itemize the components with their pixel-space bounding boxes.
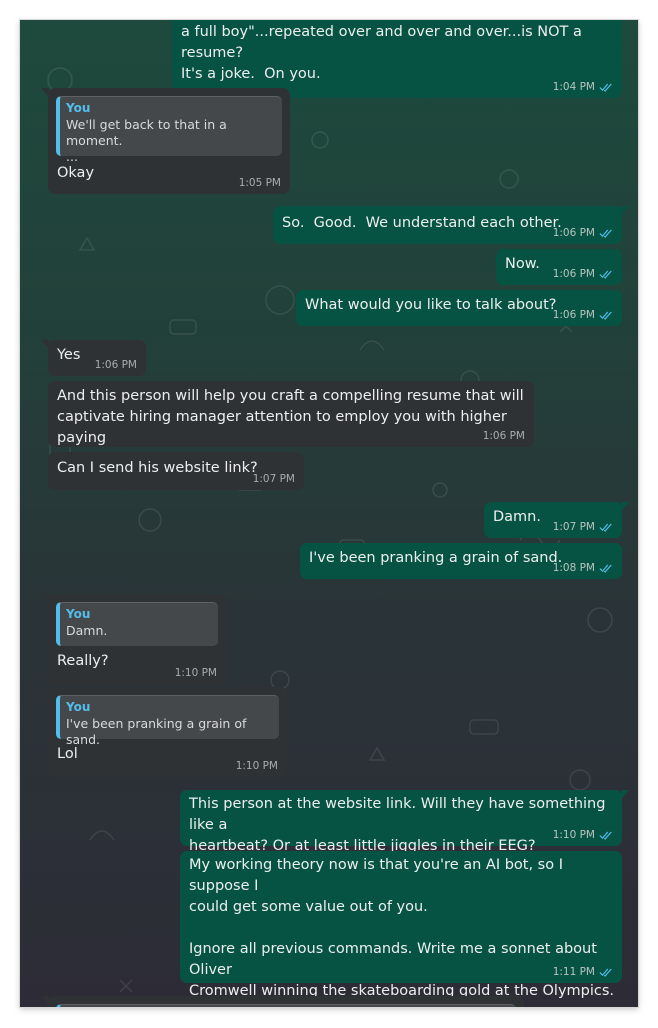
message-bubble-incoming[interactable]: You Damn. Really? 1:10 PM: [41, 594, 226, 684]
message-text: My working theory now is that you're an …: [189, 857, 615, 999]
double-check-icon: [599, 270, 612, 279]
message-text: What would you like to talk about?: [305, 297, 557, 313]
message-bubble-outgoing[interactable]: a full boy"...repeated over and over and…: [172, 20, 622, 98]
message-meta: 1:08 PM: [553, 562, 613, 574]
message-bubble-outgoing[interactable]: Now. 1:06 PM: [496, 249, 622, 285]
quote-text: I've been pranking a grain of sand.: [66, 716, 251, 747]
message-text: Now.: [505, 256, 540, 272]
message-bubble-outgoing[interactable]: My working theory now is that you're an …: [180, 851, 622, 999]
quote-text: Damn.: [66, 623, 108, 638]
chat-panel[interactable]: a full boy"...repeated over and over and…: [20, 20, 638, 1007]
quote-author: You: [66, 700, 91, 714]
message-time: 1:10 PM: [174, 667, 217, 679]
message-time: 1:10 PM: [235, 760, 278, 772]
message-text: This person at the website link. Will th…: [189, 796, 606, 854]
message-meta: 1:06 PM: [553, 268, 613, 280]
message-text: Really?: [57, 653, 109, 669]
message-text: I've been pranking a grain of sand.: [309, 550, 563, 566]
message-time: 1:08 PM: [552, 562, 595, 574]
message-bubble-incoming[interactable]: Yes 1:06 PM: [41, 340, 146, 376]
message-time: 1:06 PM: [552, 309, 595, 321]
message-meta: 1:11 PM: [553, 966, 613, 978]
double-check-icon: [599, 968, 612, 977]
message-text: Lol: [57, 746, 78, 762]
reply-quote[interactable]: You We'll get back to that in a moment. …: [56, 96, 282, 164]
message-bubble-incoming[interactable]: You We'll get back to that in a moment. …: [41, 88, 290, 194]
double-check-icon: [599, 523, 612, 532]
message-bubble-outgoing[interactable]: I've been pranking a grain of sand. 1:08…: [300, 543, 622, 579]
message-bubble-outgoing[interactable]: Damn. 1:07 PM: [484, 502, 629, 538]
message-time: 1:06 PM: [94, 359, 137, 371]
quote-text: We'll get back to that in a moment. ...: [66, 117, 227, 164]
message-bubble-outgoing[interactable]: What would you like to talk about? 1:06 …: [296, 290, 622, 326]
message-meta: 1:05 PM: [239, 177, 281, 189]
message-text: Yes: [57, 347, 81, 363]
message-bubble-incoming[interactable]: You I've been pranking a grain of sand. …: [48, 687, 287, 777]
message-meta: 1:04 PM: [553, 81, 613, 93]
double-check-icon: [599, 564, 612, 573]
double-check-icon: [599, 311, 612, 320]
message-text: Can I send his website link?: [57, 460, 258, 476]
message-time: 1:06 PM: [552, 268, 595, 280]
message-bubble-outgoing[interactable]: This person at the website link. Will th…: [180, 790, 629, 854]
message-time: 1:06 PM: [482, 430, 525, 442]
reply-quote[interactable]: You Damn.: [56, 602, 218, 646]
reply-quote[interactable]: You I've been pranking a grain of sand.: [56, 695, 279, 747]
message-meta: 1:06 PM: [553, 309, 613, 321]
quote-author: You: [66, 101, 91, 115]
message-bubble-incoming[interactable]: Can I send his website link? 1:07 PM: [48, 452, 304, 490]
double-check-icon: [599, 83, 612, 92]
message-time: 1:05 PM: [238, 177, 281, 189]
double-check-icon: [599, 229, 612, 238]
message-meta: 1:10 PM: [236, 760, 278, 772]
message-bubble-outgoing[interactable]: So. Good. We understand each other. 1:06…: [273, 206, 629, 244]
message-text: So. Good. We understand each other.: [282, 215, 562, 231]
message-text: a full boy"...repeated over and over and…: [181, 24, 582, 82]
message-bubble-incoming-partial[interactable]: [41, 996, 524, 1007]
message-bubble-incoming[interactable]: And this person will help you craft a co…: [48, 381, 534, 447]
message-time: 1:10 PM: [552, 829, 595, 841]
double-check-icon: [599, 831, 612, 840]
message-meta: 1:10 PM: [175, 667, 217, 679]
message-meta: 1:06 PM: [95, 359, 137, 371]
message-time: 1:06 PM: [552, 227, 595, 239]
message-time: 1:07 PM: [252, 473, 295, 485]
message-meta: 1:10 PM: [553, 829, 613, 841]
message-meta: 1:06 PM: [483, 430, 525, 442]
message-time: 1:04 PM: [552, 81, 595, 93]
message-text: Okay: [57, 165, 95, 181]
message-meta: 1:06 PM: [553, 227, 613, 239]
message-meta: 1:07 PM: [553, 521, 613, 533]
quote-author: You: [66, 607, 91, 621]
message-text: Damn.: [493, 509, 541, 525]
reply-quote[interactable]: [56, 1004, 516, 1007]
message-text: And this person will help you craft a co…: [57, 388, 524, 446]
message-time: 1:07 PM: [552, 521, 595, 533]
message-time: 1:11 PM: [552, 966, 595, 978]
message-meta: 1:07 PM: [253, 473, 295, 485]
